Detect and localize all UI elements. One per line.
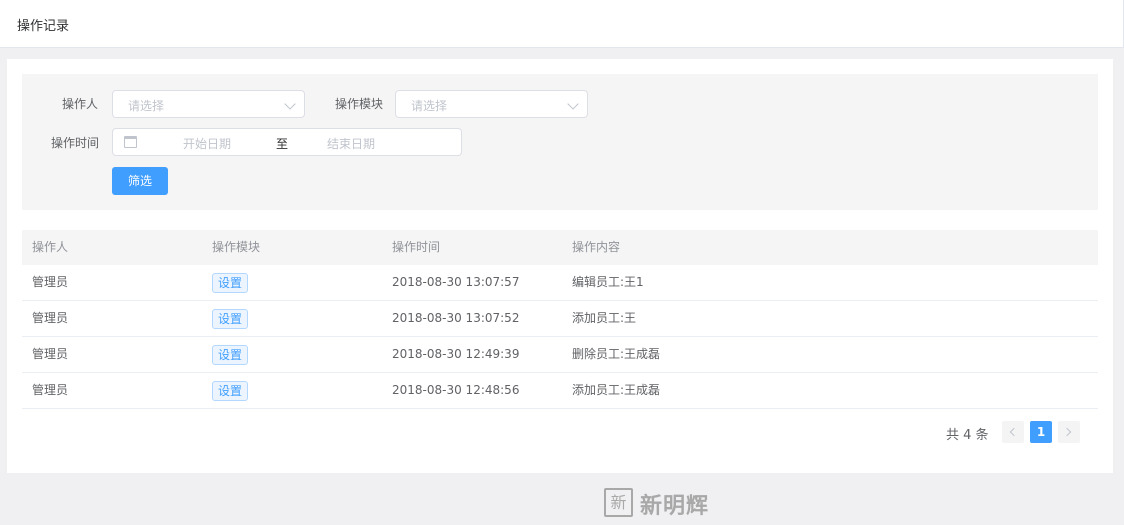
cell-content: 删除员工:王成磊 (572, 347, 661, 361)
cell-time: 2018-08-30 13:07:52 (392, 311, 520, 325)
cell-module: 设置 (212, 265, 249, 300)
filter-button[interactable]: 筛选 (112, 167, 168, 195)
cell-time: 2018-08-30 12:48:56 (392, 383, 520, 397)
end-date-input[interactable]: 结束日期 (327, 135, 375, 152)
watermark-text: 新明辉 (640, 493, 710, 519)
module-label: 操作模块 (335, 97, 384, 111)
cell-operator: 管理员 (32, 383, 69, 397)
pagination-total: 共 4 条 (946, 428, 989, 443)
table-header: 操作人 操作模块 操作时间 操作内容 (22, 230, 1098, 265)
cell-module: 设置 (212, 301, 249, 336)
module-tag: 设置 (212, 380, 249, 401)
module-select[interactable]: 请选择 (395, 90, 588, 118)
date-range-picker[interactable]: 开始日期 至 结束日期 (112, 128, 462, 156)
module-tag: 设置 (212, 308, 249, 329)
start-date-input[interactable]: 开始日期 (183, 135, 231, 152)
time-label: 操作时间 (51, 136, 100, 150)
cell-time: 2018-08-30 13:07:57 (392, 275, 520, 289)
column-header-module[interactable]: 操作模块 (212, 230, 260, 265)
column-header-operator[interactable]: 操作人 (32, 230, 68, 265)
table-row[interactable]: 管理员 设置 2018-08-30 12:48:56 添加员工:王成磊 (22, 373, 1098, 409)
cell-content: 添加员工:王 (572, 311, 637, 325)
module-tag: 设置 (212, 272, 249, 293)
operator-select[interactable]: 请选择 (112, 90, 305, 118)
chevron-down-icon (567, 98, 579, 110)
operator-select-placeholder: 请选择 (128, 99, 165, 113)
module-select-placeholder: 请选择 (411, 99, 448, 113)
prev-page-button[interactable] (1002, 421, 1024, 443)
page-number-button[interactable]: 1 (1030, 421, 1052, 443)
chevron-down-icon (284, 98, 296, 110)
operator-label: 操作人 (62, 97, 99, 111)
chevron-left-icon (1009, 427, 1019, 437)
cell-module: 设置 (212, 337, 249, 372)
watermark-seal: 新 (604, 488, 633, 517)
table-row[interactable]: 管理员 设置 2018-08-30 13:07:57 编辑员工:王1 (22, 265, 1098, 301)
cell-operator: 管理员 (32, 347, 69, 361)
table-row[interactable]: 管理员 设置 2018-08-30 13:07:52 添加员工:王 (22, 301, 1098, 337)
pagination: 共 4 条 1 (7, 421, 1113, 443)
cell-module: 设置 (212, 373, 249, 408)
filter-panel: 操作人 请选择 操作模块 请选择 操作时间 开始日期 至 结束日期 筛选 (22, 74, 1098, 210)
calendar-icon (124, 136, 137, 148)
next-page-button[interactable] (1058, 421, 1080, 443)
cell-content: 添加员工:王成磊 (572, 383, 661, 397)
cell-time: 2018-08-30 12:49:39 (392, 347, 520, 361)
content-card: 操作人 请选择 操作模块 请选择 操作时间 开始日期 至 结束日期 筛选 操作人… (7, 59, 1113, 473)
cell-content: 编辑员工:王1 (572, 275, 644, 289)
chevron-right-icon (1062, 427, 1072, 437)
module-tag: 设置 (212, 344, 249, 365)
table-row[interactable]: 管理员 设置 2018-08-30 12:49:39 删除员工:王成磊 (22, 337, 1098, 373)
cell-operator: 管理员 (32, 311, 69, 325)
cell-operator: 管理员 (32, 275, 69, 289)
records-table: 操作人 操作模块 操作时间 操作内容 管理员 设置 2018-08-30 13:… (22, 230, 1098, 409)
page-header: 操作记录 (0, 0, 1124, 48)
column-header-time[interactable]: 操作时间 (392, 230, 440, 265)
range-separator: 至 (276, 137, 289, 151)
column-header-content[interactable]: 操作内容 (572, 230, 620, 265)
page-title: 操作记录 (17, 19, 70, 34)
